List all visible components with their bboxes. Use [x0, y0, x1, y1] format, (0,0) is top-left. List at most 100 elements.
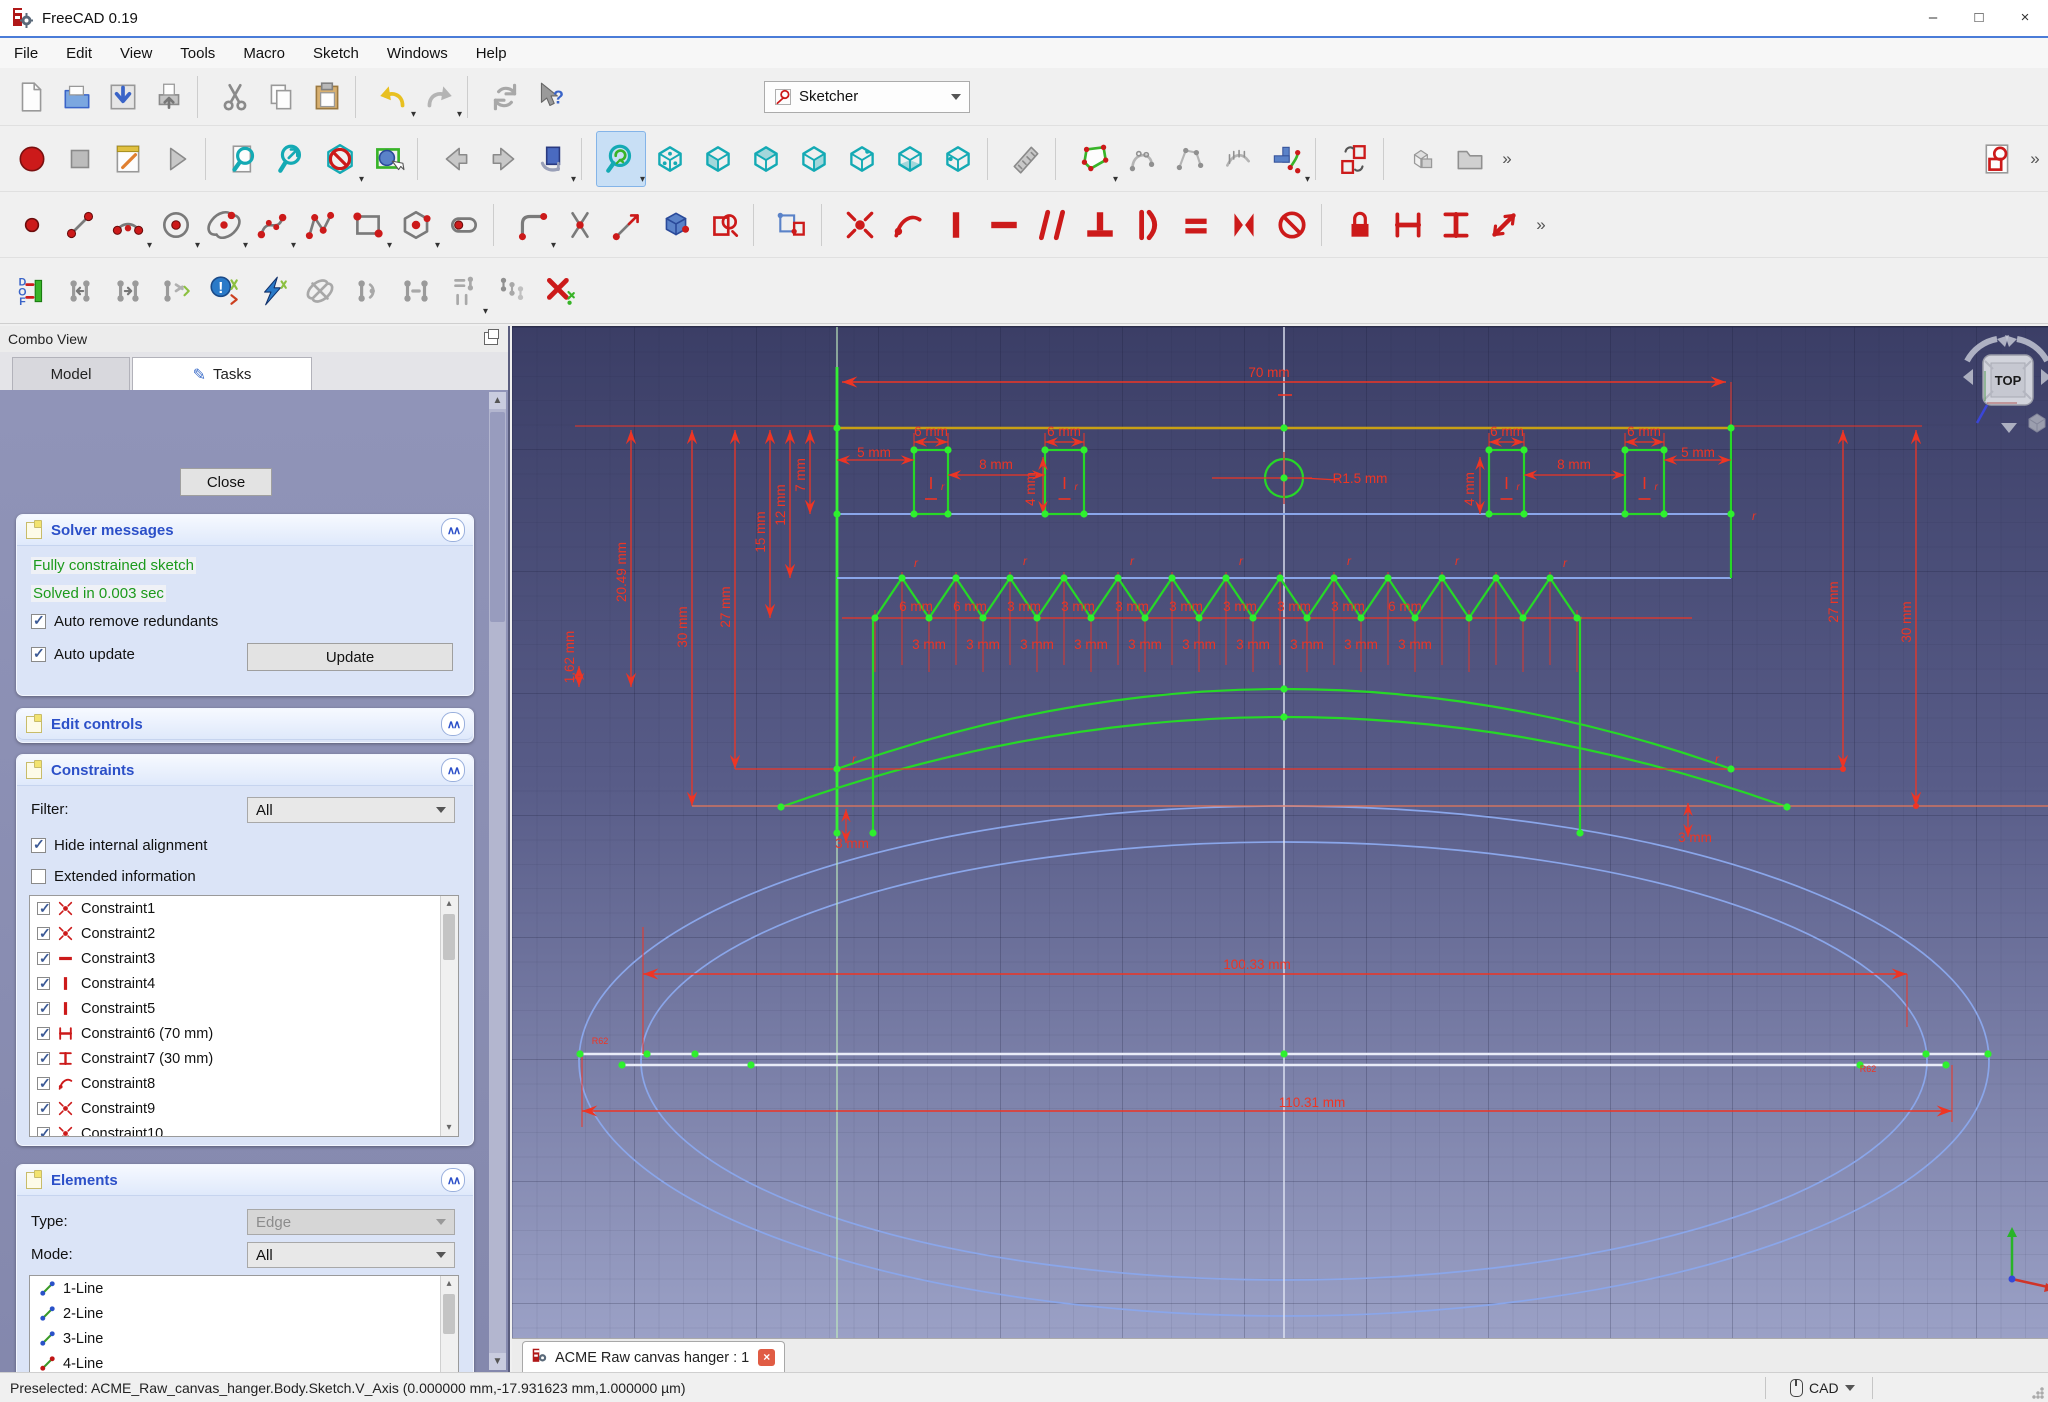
toolbar-overflow-icon[interactable]: »: [1494, 149, 1520, 169]
workbench-selector[interactable]: Sketcher: [764, 80, 970, 113]
update-button[interactable]: Update: [247, 643, 453, 671]
create-conic-button[interactable]: ▾: [200, 198, 248, 252]
constraint-coincident-button[interactable]: [836, 198, 884, 252]
constraint-block-button[interactable]: [1268, 198, 1316, 252]
maximize-button[interactable]: □: [1956, 0, 2002, 34]
constraint-row[interactable]: Constraint10: [30, 1121, 458, 1136]
create-polyline-button[interactable]: [296, 198, 344, 252]
macro-stop-button[interactable]: [56, 132, 104, 186]
create-fillet-button[interactable]: ▾: [508, 198, 556, 252]
extend-edge-button[interactable]: [604, 198, 652, 252]
constraint-horizontal-distance-button[interactable]: [1384, 198, 1432, 252]
constraint-filter-dropdown[interactable]: All: [247, 797, 455, 823]
create-arc-button[interactable]: ▾: [104, 198, 152, 252]
constraint-checkbox[interactable]: [37, 1025, 51, 1042]
menu-view[interactable]: View: [106, 41, 166, 66]
view-top-button[interactable]: [742, 132, 790, 186]
bspline-control-polygon-button[interactable]: [1166, 132, 1214, 186]
constraint-checkbox[interactable]: [37, 1050, 51, 1067]
undock-icon[interactable]: [484, 329, 499, 345]
constraints-header[interactable]: Constraints ∧∧: [17, 755, 473, 786]
menu-macro[interactable]: Macro: [229, 41, 299, 66]
scroll-up-icon[interactable]: ▲: [489, 392, 506, 409]
constraint-checkbox[interactable]: [37, 950, 51, 967]
constraint-lock-button[interactable]: [1336, 198, 1384, 252]
constraint-parallel-button[interactable]: [1028, 198, 1076, 252]
close-task-button[interactable]: Close: [180, 468, 272, 496]
paste-button[interactable]: [304, 73, 350, 121]
constraint-horizontal-button[interactable]: [980, 198, 1028, 252]
switch-virtual-space-button[interactable]: [1330, 132, 1378, 186]
open-document-button[interactable]: [54, 73, 100, 121]
undo-button[interactable]: ▾: [370, 73, 416, 121]
tab-model[interactable]: Model: [12, 357, 130, 390]
element-mode-dropdown[interactable]: All: [247, 1242, 455, 1268]
menu-tools[interactable]: Tools: [166, 41, 229, 66]
constraint-row[interactable]: Constraint1: [30, 896, 458, 921]
new-document-button[interactable]: [8, 73, 54, 121]
whats-this-button[interactable]: ?: [528, 73, 574, 121]
view-sketch-normal-button[interactable]: ▾: [596, 130, 646, 187]
navigation-style-dropdown[interactable]: CAD: [1790, 1373, 1855, 1402]
create-point-button[interactable]: [8, 198, 56, 252]
constraint-checkbox[interactable]: [37, 900, 51, 917]
view-rear-button[interactable]: [838, 132, 886, 186]
tab-tasks[interactable]: ✎ Tasks: [132, 357, 312, 391]
create-polygon-button[interactable]: ▾: [392, 198, 440, 252]
macro-execute-button[interactable]: [152, 132, 200, 186]
menu-edit[interactable]: Edit: [52, 41, 106, 66]
constraint-row[interactable]: Constraint8: [30, 1071, 458, 1096]
constraint-row[interactable]: Constraint4: [30, 971, 458, 996]
close-window-button[interactable]: ×: [2002, 0, 2048, 34]
create-rectangle-button[interactable]: ▾: [344, 198, 392, 252]
view-axonometric-button[interactable]: [646, 132, 694, 186]
macro-edit-button[interactable]: [104, 132, 152, 186]
sketch-viewport[interactable]: r r r r 70 mm R1.5 mm 1.62 mm 20.49 mm 30 mm 27 m…: [512, 326, 2048, 1339]
external-geometry-button[interactable]: [652, 198, 700, 252]
constraint-row[interactable]: Constraint2: [30, 921, 458, 946]
nav-back-button[interactable]: [432, 132, 480, 186]
menu-windows[interactable]: Windows: [373, 41, 462, 66]
constraint-row[interactable]: Constraint9: [30, 1096, 458, 1121]
create-bspline-button[interactable]: ▾: [248, 198, 296, 252]
constraint-vertical-button[interactable]: [932, 198, 980, 252]
element-row[interactable]: 3-Line: [30, 1326, 458, 1351]
create-body-button[interactable]: [1398, 132, 1446, 186]
constraint-checkbox[interactable]: [37, 1100, 51, 1117]
fit-selection-button[interactable]: [268, 132, 316, 186]
constraint-vertical-distance-button[interactable]: [1432, 198, 1480, 252]
scroll-down-icon[interactable]: ▼: [489, 1353, 506, 1370]
select-malformed-constraints-button[interactable]: [248, 264, 296, 318]
carbon-copy-button[interactable]: [700, 198, 748, 252]
menu-file[interactable]: File: [0, 41, 52, 66]
delete-all-constraints-button[interactable]: [536, 264, 584, 318]
menu-help[interactable]: Help: [462, 41, 521, 66]
print-document-button[interactable]: [146, 73, 192, 121]
element-row[interactable]: 1-Line: [30, 1276, 458, 1301]
create-group-button[interactable]: [1446, 132, 1494, 186]
view-right-button[interactable]: [790, 132, 838, 186]
elements-header[interactable]: Elements ∧∧: [17, 1165, 473, 1196]
draw-style-button[interactable]: ▾: [316, 132, 364, 186]
cut-button[interactable]: [212, 73, 258, 121]
resize-grip[interactable]: [2032, 1387, 2044, 1399]
select-redundant-constraints-button[interactable]: [152, 264, 200, 318]
edit-controls-header[interactable]: Edit controls ∧∧: [17, 709, 473, 740]
trim-edge-button[interactable]: [556, 198, 604, 252]
constraint-tangent-button[interactable]: [1124, 198, 1172, 252]
box-element-selection-button[interactable]: [364, 132, 412, 186]
collapse-icon[interactable]: ∧∧: [441, 1168, 465, 1192]
view-isometric-button[interactable]: ▾: [528, 132, 576, 186]
constraint-perpendicular-button[interactable]: [1076, 198, 1124, 252]
collapse-icon[interactable]: ∧∧: [441, 712, 465, 736]
menu-sketch[interactable]: Sketch: [299, 41, 373, 66]
constraint-symmetric-button[interactable]: [1220, 198, 1268, 252]
close-document-icon[interactable]: ×: [758, 1349, 776, 1366]
select-dof-button[interactable]: DOF: [8, 264, 56, 318]
view-bottom-button[interactable]: [886, 132, 934, 186]
create-line-button[interactable]: [56, 198, 104, 252]
view-front-button[interactable]: [694, 132, 742, 186]
constraint-checkbox[interactable]: [37, 1000, 51, 1017]
toolbar-overflow-icon[interactable]: »: [1528, 215, 1554, 235]
measure-distance-button[interactable]: [1002, 132, 1050, 186]
